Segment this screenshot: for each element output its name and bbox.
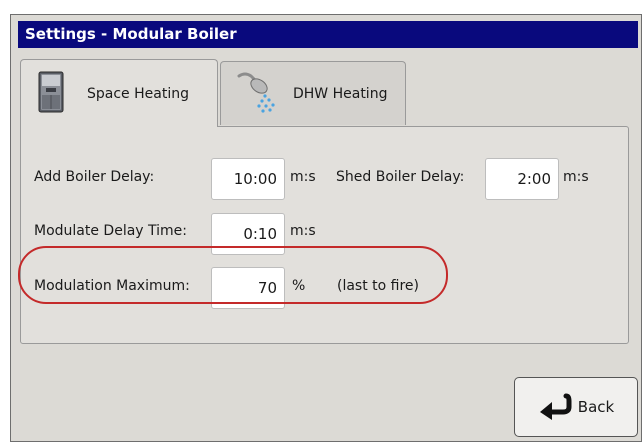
modulation-maximum-unit: %	[292, 278, 306, 294]
return-arrow-icon	[539, 393, 572, 420]
shed-boiler-delay-unit: m:s	[563, 169, 589, 185]
tab-space-heating[interactable]: Space Heating	[20, 59, 218, 127]
window-title: Settings - Modular Boiler	[18, 21, 638, 48]
back-button-label: Back	[577, 398, 615, 416]
shower-icon	[235, 70, 281, 118]
add-boiler-delay-unit: m:s	[290, 169, 316, 185]
tab-space-heating-label: Space Heating	[87, 85, 189, 102]
space-heating-panel: Add Boiler Delay: 10:00 m:s Shed Boiler …	[20, 126, 629, 344]
modulation-maximum-field[interactable]: 70	[211, 267, 285, 309]
back-button[interactable]: Back	[514, 377, 638, 437]
modulate-delay-time-field[interactable]: 0:10	[211, 213, 285, 255]
modulate-delay-time-label: Modulate Delay Time:	[34, 223, 188, 239]
shed-boiler-delay-label: Shed Boiler Delay:	[336, 169, 465, 185]
tab-dhw-heating-label: DHW Heating	[293, 85, 388, 102]
modulation-maximum-label: Modulation Maximum:	[34, 278, 190, 294]
shed-boiler-delay-field[interactable]: 2:00	[485, 158, 559, 200]
modulate-delay-time-unit: m:s	[290, 223, 316, 239]
tab-dhw-heating[interactable]: DHW Heating	[220, 61, 406, 125]
modulation-maximum-note: (last to fire)	[337, 278, 420, 294]
boiler-icon	[37, 71, 65, 117]
add-boiler-delay-label: Add Boiler Delay:	[34, 169, 155, 185]
add-boiler-delay-field[interactable]: 10:00	[211, 158, 285, 200]
settings-window: Settings - Modular Boiler Space Heating	[10, 14, 642, 442]
